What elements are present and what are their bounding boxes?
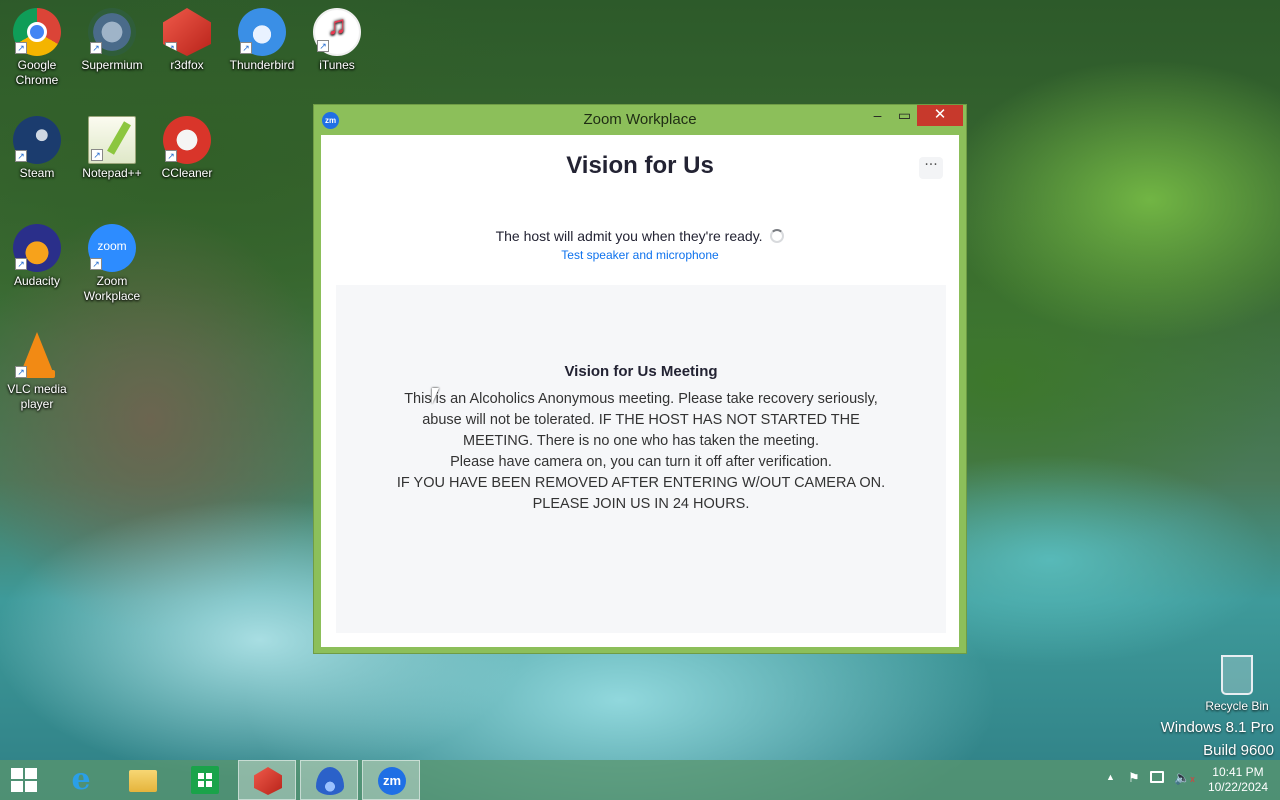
description-title: Vision for Us Meeting [564,363,718,380]
watermark-build: Build 9600 [1203,742,1274,759]
folder-icon [129,770,157,792]
taskbar-clock[interactable]: 10:41 PM 10/22/2024 [1208,765,1268,795]
itunes-icon: ♫ ↗ [313,8,361,56]
desktop-icon-r3dfox[interactable]: ↗ r3dfox [150,8,224,73]
waiting-message-text: The host will admit you when they're rea… [495,228,763,244]
desktop-icon-label: CCleaner [161,166,213,180]
taskbar-internet-explorer[interactable]: e [52,760,110,800]
desktop-icon-notepad-plus-plus[interactable]: ↗ Notepad++ [75,116,149,181]
desktop-icon-label: Google Chrome [15,58,59,87]
waiting-room-panel: Vision for Us ··· The host will admit yo… [321,135,959,647]
shortcut-arrow-icon: ↗ [15,258,27,270]
thunderbird-icon: ↗ [238,8,286,56]
supermium-icon: ↗ [88,8,136,56]
desktop-icon-zoom-workplace[interactable]: zoom ↗ Zoom Workplace [75,224,149,304]
shortcut-arrow-icon: ↗ [165,150,177,162]
shortcut-arrow-icon: ↗ [91,149,103,161]
desktop-icon-vlc[interactable]: ↗ VLC media player [0,332,74,412]
desktop-icon-label: Steam [19,166,55,180]
desktop-icon-thunderbird[interactable]: ↗ Thunderbird [225,8,299,73]
watermark-edition: Windows 8.1 Pro [1160,719,1274,736]
shortcut-arrow-icon: ↗ [90,258,102,270]
desktop-icon-label: Notepad++ [82,166,142,180]
desktop-icon-supermium[interactable]: ↗ Supermium [75,8,149,73]
desktop-icon-google-chrome[interactable]: ↗ Google Chrome [0,8,74,88]
mouse-cursor-icon [432,388,439,404]
shortcut-arrow-icon: ↗ [240,42,252,54]
zoom-icon: zm [378,767,406,795]
description-line: Please have camera on, you can turn it o… [450,454,832,470]
more-options-button[interactable]: ··· [919,157,943,179]
clock-time: 10:41 PM [1212,765,1264,779]
show-hidden-icons-icon[interactable]: ▲ [1106,772,1115,782]
desktop-icon-label: Zoom Workplace [83,274,141,303]
description-line: This is an Alcoholics Anonymous meeting.… [404,391,878,407]
taskbar-zoom[interactable]: zm [362,760,420,800]
zoom-icon: zoom ↗ [88,224,136,272]
taskbar: e zm ▲ ⚑ 🔈x 10:41 PM 10/22/2024 [0,760,1280,800]
loading-spinner-icon [770,229,785,243]
supermium-icon [316,767,344,795]
taskbar-file-explorer[interactable] [114,760,172,800]
desktop-icon-label: Supermium [81,58,143,72]
desktop-icon-itunes[interactable]: ♫ ↗ iTunes [300,8,374,73]
meeting-title: Vision for Us [566,152,714,179]
waiting-message: The host will admit you when they're rea… [321,228,959,244]
desktop-icon-audacity[interactable]: ↗ Audacity [0,224,74,289]
description-line: MEETING. There is no one who has taken t… [463,433,819,449]
shortcut-arrow-icon: ↗ [317,40,329,52]
desktop-icon-label: iTunes [319,58,355,72]
description-line: PLEASE JOIN US IN 24 HOURS. [532,496,750,512]
action-center-flag-icon[interactable]: ⚑ [1128,770,1140,786]
desktop-icon-ccleaner[interactable]: ↗ CCleaner [150,116,224,181]
recycle-bin-icon [1221,655,1253,695]
desktop-icon-label: Audacity [13,274,61,288]
taskbar-r3dfox[interactable] [238,760,296,800]
maximize-button[interactable]: ▭ [891,105,918,126]
description-line: IF YOU HAVE BEEN REMOVED AFTER ENTERING … [396,475,886,491]
audacity-icon: ↗ [13,224,61,272]
desktop-icon-label: r3dfox [170,58,204,72]
window-titlebar[interactable]: zm Zoom Workplace – ▭ ✕ [314,105,966,135]
desktop-icon-steam[interactable]: ↗ Steam [0,116,74,181]
shortcut-arrow-icon: ↗ [15,42,27,54]
chrome-icon: ↗ [13,8,61,56]
internet-explorer-icon: e [71,762,91,797]
zoom-workplace-window: zm Zoom Workplace – ▭ ✕ Vision for Us ··… [313,104,967,654]
taskbar-store[interactable] [176,760,234,800]
vlc-icon: ↗ [13,332,61,380]
shortcut-arrow-icon: ↗ [15,366,27,378]
shortcut-arrow-icon: ↗ [165,42,177,54]
volume-muted-icon[interactable]: 🔈x [1174,770,1195,786]
desktop-icon-recycle-bin[interactable]: Recycle Bin [1200,655,1274,713]
desktop-icon-label: VLC media player [7,382,67,411]
r3dfox-icon [254,767,282,795]
minimize-button[interactable]: – [864,105,891,126]
shortcut-arrow-icon: ↗ [90,42,102,54]
windows-watermark: Windows 8.1 Pro Build 9600 [1161,716,1274,762]
shortcut-arrow-icon: ↗ [15,150,27,162]
steam-icon: ↗ [13,116,61,164]
test-speaker-microphone-link[interactable]: Test speaker and microphone [321,248,959,262]
start-button[interactable] [0,760,48,800]
notepad-plus-plus-icon: ↗ [88,116,136,164]
network-icon[interactable] [1150,771,1164,783]
close-button[interactable]: ✕ [917,105,963,126]
clock-date: 10/22/2024 [1207,780,1268,794]
meeting-description-panel: Vision for Us Meeting This is an Alcohol… [336,285,946,633]
ccleaner-icon: ↗ [163,116,211,164]
system-tray: ▲ ⚑ 🔈x 10:41 PM 10/22/2024 [1100,760,1280,800]
description-line: abuse will not be tolerated. IF THE HOST… [422,412,860,428]
windows-logo-icon [11,768,37,792]
taskbar-supermium[interactable] [300,760,358,800]
desktop-icon-label: Thunderbird [229,58,295,72]
r3dfox-icon: ↗ [163,8,211,56]
recycle-bin-label: Recycle Bin [1205,699,1269,713]
store-icon [191,766,219,794]
description-body: This is an Alcoholics Anonymous meeting.… [376,389,906,515]
